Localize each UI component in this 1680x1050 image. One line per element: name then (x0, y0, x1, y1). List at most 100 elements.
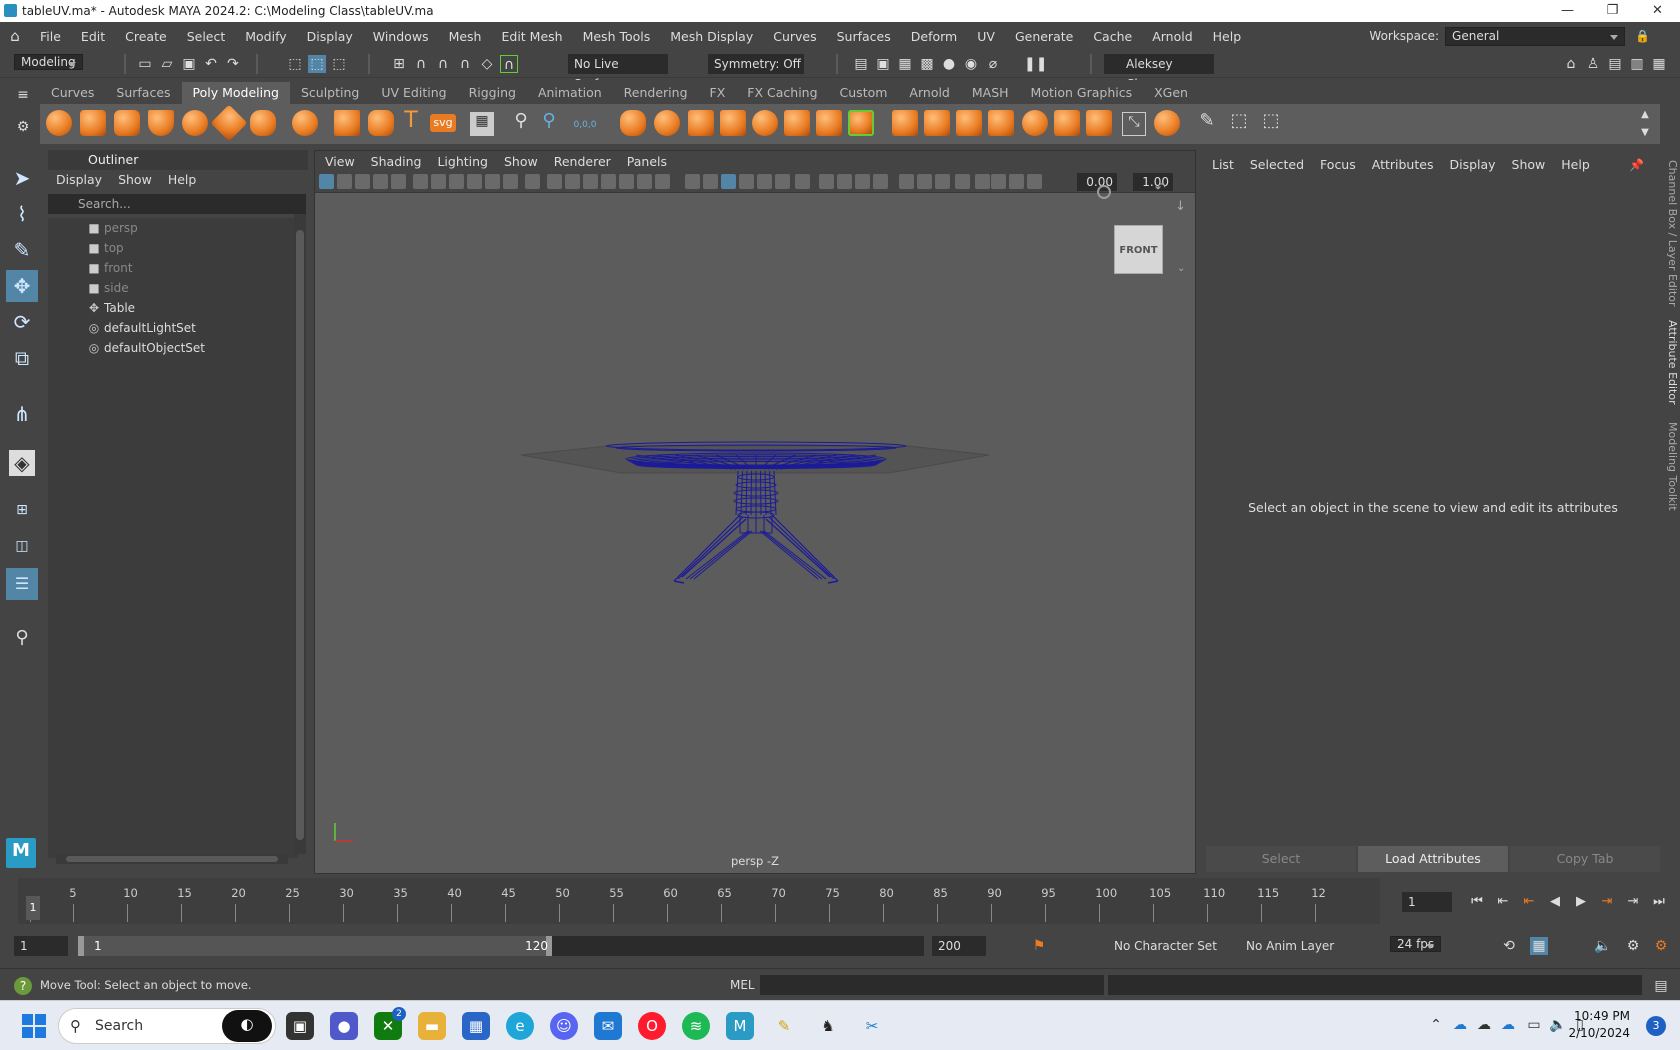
discord-icon[interactable]: ☺ (550, 1012, 578, 1040)
attr-menu-selected[interactable]: Selected (1250, 150, 1304, 180)
snap-vertex-icon[interactable]: ∩ (500, 55, 518, 73)
uv-layout-icon[interactable]: ⤡ (1122, 112, 1146, 136)
render-view-icon[interactable]: ▤ (852, 55, 870, 73)
step-forward-frame-icon[interactable]: ⇥ (1622, 892, 1644, 912)
poly-cylinder-icon[interactable] (114, 110, 140, 136)
ipr-icon[interactable]: ▦ (896, 55, 914, 73)
home-view-icon[interactable] (1097, 185, 1111, 199)
menu-curves[interactable]: Curves (763, 29, 826, 44)
viewport-tool-icon[interactable] (525, 174, 540, 189)
render-icon[interactable]: ▣ (874, 55, 892, 73)
restore-button[interactable]: ❐ (1590, 0, 1635, 22)
mirror-icon[interactable] (892, 110, 918, 136)
undo-icon[interactable]: ↶ (202, 55, 220, 73)
open-scene-icon[interactable]: ▱ (158, 55, 176, 73)
merge-icon[interactable] (924, 110, 950, 136)
move-tool-icon[interactable]: ✥ (6, 270, 38, 302)
attr-menu-attributes[interactable]: Attributes (1372, 150, 1434, 180)
quad-draw-icon[interactable]: ⬚ (1230, 112, 1248, 130)
insert-edge-loop-icon[interactable] (988, 110, 1014, 136)
render-settings-icon[interactable]: ▩ (918, 55, 936, 73)
onedrive-sync-icon[interactable]: ☁ (1450, 1015, 1470, 1035)
snipping-tool-icon[interactable]: ✂ (858, 1012, 886, 1040)
attr-select-button[interactable]: Select (1206, 846, 1356, 872)
viewport-tool-icon[interactable] (337, 174, 352, 189)
combine-icon[interactable]: ⚲ (512, 112, 530, 130)
shelf-tab-custom[interactable]: Custom (829, 82, 899, 104)
viewport-tool-icon[interactable] (873, 174, 888, 189)
menu-select[interactable]: Select (177, 29, 236, 44)
uv-editor-icon[interactable]: ▦ (470, 112, 494, 136)
viewport-tool-icon[interactable] (601, 174, 616, 189)
modeling-toolkit-icon[interactable]: ⌂ (1562, 55, 1580, 73)
shelf-tab-mash[interactable]: MASH (961, 82, 1020, 104)
scale-tool-icon[interactable]: ⧉ (6, 342, 38, 374)
attr-menu-display[interactable]: Display (1449, 150, 1495, 180)
select-tool-icon[interactable]: ➤ (6, 162, 38, 194)
viewport-tool-icon[interactable] (637, 174, 652, 189)
menu-windows[interactable]: Windows (363, 29, 439, 44)
shelf-tab-fx[interactable]: FX (699, 82, 737, 104)
channel-box-icon[interactable]: ▦ (1650, 55, 1668, 73)
shelf-tab-fx-caching[interactable]: FX Caching (736, 82, 828, 104)
viewport-tool-icon[interactable] (795, 174, 810, 189)
menu-modify[interactable]: Modify (235, 29, 296, 44)
flip-icon[interactable] (1086, 110, 1112, 136)
poly-disc-icon[interactable] (250, 110, 276, 136)
viewport-tool-icon[interactable] (837, 174, 852, 189)
command-line-input[interactable] (760, 975, 1104, 995)
command-language-label[interactable]: MEL (730, 975, 755, 995)
viewport-panel[interactable]: View Shading Lighting Show Renderer Pane… (314, 150, 1196, 874)
minimize-button[interactable]: — (1545, 0, 1590, 22)
shelf-menu-icon[interactable]: ≡ (14, 86, 32, 104)
side-tab-attribute-editor[interactable]: Attribute Editor (1666, 320, 1679, 405)
viewport-tool-icon[interactable] (685, 174, 700, 189)
menu-cache[interactable]: Cache (1083, 29, 1142, 44)
gamma-field[interactable]: 1.00 (1133, 173, 1173, 191)
range-slider-handle[interactable] (78, 936, 552, 956)
viewport-tool-icon[interactable] (655, 174, 670, 189)
paint-select-icon[interactable]: ✎ (6, 234, 38, 266)
outliner-vertical-scrollbar[interactable] (294, 214, 306, 854)
go-to-end-icon[interactable]: ⏭ (1648, 892, 1670, 912)
poly-torus-icon[interactable] (182, 110, 208, 136)
viewport-tool-icon[interactable] (431, 174, 446, 189)
viewport-tool-icon[interactable] (721, 174, 736, 189)
menu-mesh[interactable]: Mesh (439, 29, 492, 44)
character-set-dropdown[interactable]: No Character Set (1108, 936, 1224, 956)
freeze-coords-label[interactable]: 0,0,0 (570, 116, 600, 134)
select-object-icon[interactable]: ⬚ (308, 55, 326, 73)
outliner-item-persp[interactable]: ■ persp (48, 218, 298, 238)
attr-menu-help[interactable]: Help (1561, 150, 1590, 180)
viewport-tool-icon[interactable] (467, 174, 482, 189)
platonic-solid-icon[interactable] (292, 110, 318, 136)
attr-menu-focus[interactable]: Focus (1320, 150, 1356, 180)
poly-cone-icon[interactable] (148, 110, 174, 136)
game-app-icon[interactable]: ♞ (814, 1012, 842, 1040)
live-surface-field[interactable]: No Live Surface (568, 54, 668, 91)
arnold-render-icon[interactable]: ◉ (962, 55, 980, 73)
taskbar-clock[interactable]: 10:49 PM 2/10/2024 (1568, 1008, 1630, 1042)
attr-menu-show[interactable]: Show (1512, 150, 1546, 180)
outliner-item-defaultlightset[interactable]: ◎ defaultLightSet (48, 318, 298, 338)
search-icon[interactable]: ⚲ (6, 622, 38, 654)
step-back-frame-icon[interactable]: ⇤ (1492, 892, 1514, 912)
viewport-menu-renderer[interactable]: Renderer (554, 154, 611, 169)
current-frame-marker[interactable]: 1 (26, 896, 40, 920)
go-to-start-icon[interactable]: ⏮ (1466, 892, 1488, 912)
viewport-tool-icon[interactable] (449, 174, 464, 189)
menu-edit-mesh[interactable]: Edit Mesh (491, 29, 572, 44)
cache-playback-icon[interactable]: ▦ (1530, 937, 1548, 955)
auto-key-icon[interactable]: ⚑ (1030, 937, 1048, 955)
outliner-item-defaultobjectset[interactable]: ◎ defaultObjectSet (48, 338, 298, 358)
side-tab-modeling-toolkit[interactable]: Modeling Toolkit (1666, 422, 1679, 511)
menu-display[interactable]: Display (297, 29, 363, 44)
outliner-item-top[interactable]: ■ top (48, 238, 298, 258)
outliner-item-side[interactable]: ■ side (48, 278, 298, 298)
copy-tab-button[interactable]: Copy Tab (1510, 846, 1660, 872)
menu-generate[interactable]: Generate (1005, 29, 1083, 44)
menu-arnold[interactable]: Arnold (1142, 29, 1202, 44)
shelf-tab-curves[interactable]: Curves (40, 82, 105, 104)
onedrive-icon[interactable]: ☁ (1474, 1015, 1494, 1035)
current-frame-field[interactable]: 1 (1402, 892, 1452, 912)
